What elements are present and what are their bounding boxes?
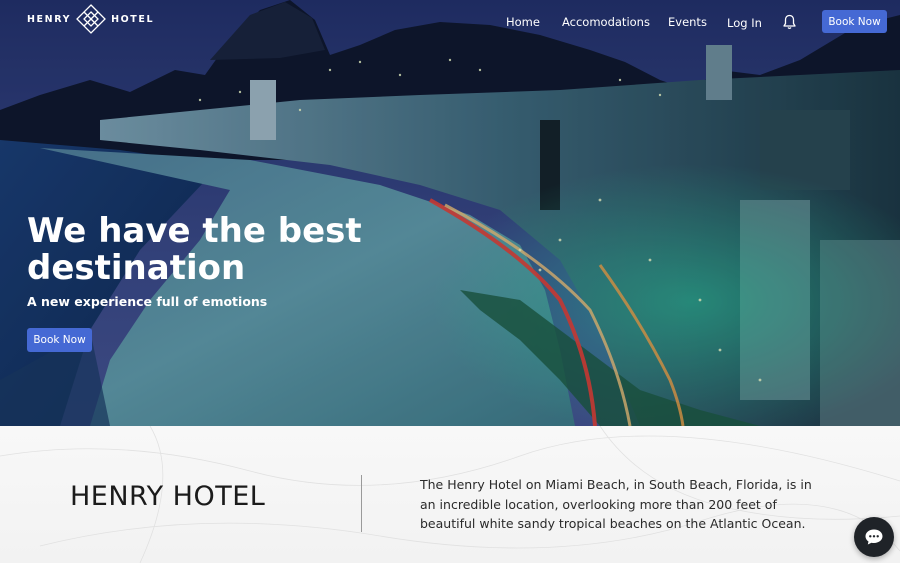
logo-word-left: HENRY — [27, 13, 72, 25]
chat-bubble-icon — [865, 529, 883, 545]
nav-link-accomodations[interactable]: Accomodations — [562, 15, 650, 29]
diamond-logo-icon — [76, 4, 106, 34]
hero-subtitle: A new experience full of emotions — [27, 294, 268, 309]
bell-icon[interactable] — [782, 14, 797, 30]
about-section: HENRY HOTEL The Henry Hotel on Miami Bea… — [0, 426, 900, 563]
nav-book-now-button[interactable]: Book Now — [822, 10, 887, 33]
about-description: The Henry Hotel on Miami Beach, in South… — [420, 477, 812, 531]
chat-button[interactable] — [854, 517, 894, 557]
hero-book-now-button[interactable]: Book Now — [27, 328, 92, 352]
top-navigation: HENRY HOTEL Home Accomodations Events Lo… — [0, 0, 900, 44]
nav-link-login[interactable]: Log In — [727, 16, 762, 30]
nav-link-events[interactable]: Events — [668, 15, 707, 29]
brand-logo[interactable]: HENRY HOTEL — [27, 3, 154, 35]
logo-word-right: HOTEL — [111, 13, 155, 25]
hero-section: HENRY HOTEL Home Accomodations Events Lo… — [0, 0, 900, 426]
nav-link-home[interactable]: Home — [506, 15, 540, 29]
about-title: HENRY HOTEL — [70, 481, 266, 512]
vertical-divider — [361, 475, 362, 532]
hero-title: We have the best destination — [27, 211, 362, 288]
